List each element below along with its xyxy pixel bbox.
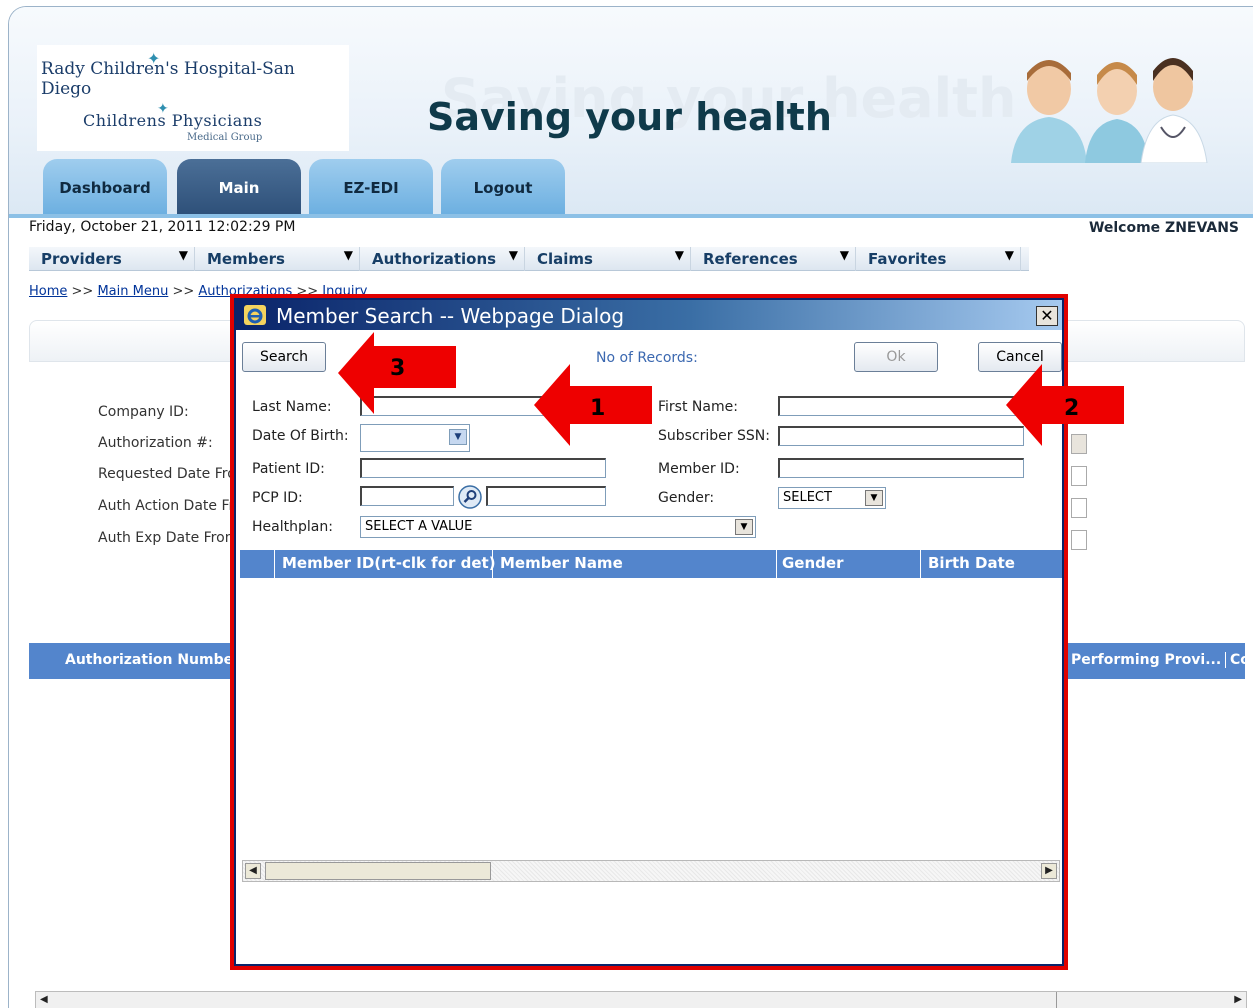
- gender-select[interactable]: SELECT ▼: [778, 487, 886, 509]
- subscriber-ssn-label: Subscriber SSN:: [658, 428, 770, 444]
- current-datetime: Friday, October 21, 2011 12:02:29 PM: [29, 219, 296, 235]
- background-input[interactable]: [1071, 466, 1087, 486]
- tab-divider: [9, 214, 1253, 218]
- requested-date-label: Requested Date Fro: [98, 466, 236, 482]
- breadcrumb-home[interactable]: Home: [29, 284, 67, 299]
- tab-ez-edi[interactable]: EZ-EDI: [309, 159, 433, 217]
- dialog-title: Member Search -- Webpage Dialog: [276, 304, 625, 328]
- scroll-left-arrow-icon[interactable]: ◀: [245, 863, 261, 879]
- chevron-down-icon[interactable]: ▼: [449, 429, 467, 445]
- background-input[interactable]: [1071, 498, 1087, 518]
- scroll-left-arrow-icon[interactable]: ◀: [40, 994, 48, 1005]
- dialog-title-bar[interactable]: Member Search -- Webpage Dialog: [236, 300, 1062, 330]
- logo-line1: Rady Children's Hospital-San Diego: [41, 59, 295, 99]
- tab-dashboard[interactable]: Dashboard: [43, 159, 167, 217]
- menu-label: Claims: [537, 250, 593, 268]
- column-co[interactable]: Co: [1225, 652, 1250, 668]
- column-member-name[interactable]: Member Name: [500, 554, 623, 572]
- menu-label: Providers: [41, 250, 122, 268]
- scrollbar-thumb[interactable]: [265, 862, 491, 880]
- page-horizontal-scrollbar[interactable]: ◀ ▶: [35, 991, 1247, 1008]
- callout-number-1: 1: [590, 396, 606, 421]
- pcp-id-input[interactable]: [360, 486, 454, 506]
- menu-label: Favorites: [868, 250, 947, 268]
- last-name-label: Last Name:: [252, 399, 332, 415]
- healthplan-label: Healthplan:: [252, 519, 333, 535]
- hospital-logo: ✦ Rady Children's Hospital-San Diego ✦ C…: [37, 45, 349, 151]
- first-name-label: First Name:: [658, 399, 738, 415]
- tab-logout[interactable]: Logout: [441, 159, 565, 217]
- menu-favorites[interactable]: Favorites ▼: [856, 247, 1021, 271]
- main-menu: Providers ▼ Members ▼ Authorizations ▼ Clai…: [29, 247, 1029, 271]
- column-divider: [492, 550, 493, 578]
- column-performing-provider[interactable]: Performing Provi...: [1071, 652, 1221, 668]
- breadcrumb-separator: >>: [67, 284, 98, 299]
- callout-number-2: 2: [1064, 396, 1080, 421]
- healthplan-select[interactable]: SELECT A VALUE ▼: [360, 516, 756, 538]
- pcp-lookup-search-icon[interactable]: [458, 485, 482, 509]
- menu-authorizations[interactable]: Authorizations ▼: [360, 247, 525, 271]
- scrollbar-thumb-edge: [1056, 992, 1057, 1008]
- dialog-close-icon[interactable]: ✕: [1036, 306, 1058, 326]
- scroll-right-arrow-icon[interactable]: ▶: [1234, 994, 1242, 1005]
- patient-id-label: Patient ID:: [252, 461, 325, 477]
- dropdown-caret-icon[interactable]: ▼: [675, 248, 684, 262]
- ok-button[interactable]: Ok: [854, 342, 938, 372]
- menu-members[interactable]: Members ▼: [195, 247, 360, 271]
- dropdown-caret-icon[interactable]: ▼: [1005, 248, 1014, 262]
- column-birth-date[interactable]: Birth Date: [928, 554, 1015, 572]
- column-divider: [274, 550, 275, 578]
- tagline: Saving your health: [427, 95, 832, 139]
- menu-label: Members: [207, 250, 285, 268]
- dropdown-caret-icon[interactable]: ▼: [179, 248, 188, 262]
- scroll-right-arrow-icon[interactable]: ▶: [1041, 863, 1057, 879]
- logo-line3: Medical Group: [187, 132, 263, 143]
- first-name-input[interactable]: [778, 396, 1024, 416]
- gender-selected-value: SELECT: [783, 490, 832, 505]
- callout-number-3: 3: [390, 356, 406, 381]
- logo-line2: Childrens Physicians: [83, 111, 263, 130]
- menu-claims[interactable]: Claims ▼: [525, 247, 691, 271]
- column-gender[interactable]: Gender: [782, 554, 843, 572]
- breadcrumb-separator: >>: [168, 284, 199, 299]
- menu-references[interactable]: References ▼: [691, 247, 856, 271]
- subscriber-ssn-input[interactable]: [778, 426, 1024, 446]
- menu-label: References: [703, 250, 798, 268]
- column-member-id[interactable]: Member ID(rt-clk for det): [282, 554, 496, 572]
- auth-exp-date-label: Auth Exp Date From: [98, 530, 239, 546]
- dropdown-caret-icon[interactable]: ▼: [344, 248, 353, 262]
- breadcrumb-main-menu[interactable]: Main Menu: [97, 284, 168, 299]
- tab-main[interactable]: Main: [177, 159, 301, 217]
- doctors-image: [1011, 58, 1208, 163]
- column-authorization-number[interactable]: Authorization Numbe: [65, 652, 233, 668]
- chevron-down-icon[interactable]: ▼: [735, 519, 753, 535]
- background-input[interactable]: [1071, 530, 1087, 550]
- auth-action-date-label: Auth Action Date Fr: [98, 498, 235, 514]
- gender-label: Gender:: [658, 490, 715, 506]
- dropdown-caret-icon[interactable]: ▼: [840, 248, 849, 262]
- column-divider: [776, 550, 777, 578]
- authorization-number-label: Authorization #:: [98, 435, 213, 451]
- results-horizontal-scrollbar[interactable]: ◀ ▶: [242, 860, 1060, 882]
- chevron-down-icon[interactable]: ▼: [865, 490, 883, 506]
- member-results-header: Member ID(rt-clk for det) Member Name Ge…: [240, 550, 1062, 578]
- search-button[interactable]: Search: [242, 342, 326, 372]
- member-id-label: Member ID:: [658, 461, 740, 477]
- pcp-name-input[interactable]: [486, 486, 606, 506]
- healthplan-selected-value: SELECT A VALUE: [365, 519, 473, 534]
- menu-providers[interactable]: Providers ▼: [29, 247, 195, 271]
- column-divider: [920, 550, 921, 578]
- date-of-birth-picker[interactable]: ▼: [360, 424, 470, 452]
- internet-explorer-icon: [244, 305, 266, 325]
- dropdown-caret-icon[interactable]: ▼: [509, 248, 518, 262]
- member-id-input[interactable]: [778, 458, 1024, 478]
- company-id-label: Company ID:: [98, 404, 189, 420]
- pcp-id-label: PCP ID:: [252, 490, 303, 506]
- welcome-text: Welcome ZNEVANS: [1088, 220, 1239, 236]
- date-of-birth-label: Date Of Birth:: [252, 428, 349, 444]
- menu-label: Authorizations: [372, 250, 497, 268]
- patient-id-input[interactable]: [360, 458, 606, 478]
